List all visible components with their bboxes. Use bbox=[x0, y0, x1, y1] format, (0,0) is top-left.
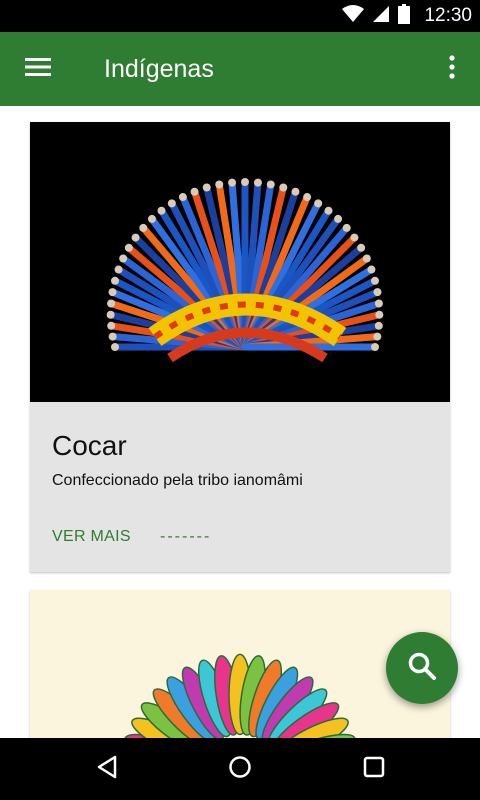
feather-tip bbox=[190, 187, 199, 196]
cell-signal-icon bbox=[372, 5, 390, 27]
card-title: Cocar bbox=[52, 430, 127, 461]
feather-tip bbox=[371, 343, 379, 351]
overflow-menu-button[interactable] bbox=[444, 53, 460, 85]
secondary-action-button[interactable]: ------- bbox=[160, 528, 211, 546]
system-nav-bar bbox=[0, 738, 480, 800]
recents-icon bbox=[363, 756, 385, 782]
feather-tip bbox=[374, 321, 383, 330]
feather-tip bbox=[314, 199, 323, 208]
back-button[interactable] bbox=[90, 752, 124, 786]
feather-tip bbox=[266, 180, 275, 189]
card-subtitle: Confeccionado pela tribo ianomâmi bbox=[52, 472, 303, 489]
feather-tip bbox=[373, 332, 382, 341]
feather-tip bbox=[279, 183, 288, 192]
feather-tip bbox=[114, 265, 123, 274]
status-bar: 12:30 bbox=[0, 0, 480, 32]
status-time: 12:30 bbox=[424, 5, 472, 26]
feather-tip bbox=[241, 178, 249, 186]
feather-tip bbox=[375, 310, 384, 319]
feather-tip bbox=[362, 254, 371, 263]
feather-tip bbox=[253, 178, 262, 187]
feather-tip bbox=[108, 332, 117, 341]
feather-tip bbox=[147, 214, 156, 223]
feather-tip bbox=[107, 321, 116, 330]
feather-tip bbox=[157, 206, 166, 215]
more-vert-icon bbox=[449, 55, 455, 83]
feather-tip bbox=[291, 187, 300, 196]
feather-tip bbox=[107, 299, 116, 308]
feather-tip bbox=[108, 288, 117, 297]
feather-tip bbox=[373, 288, 382, 297]
card-cocar[interactable]: Cocar Confeccionado pela tribo ianomâmi … bbox=[30, 122, 450, 572]
feather-tip bbox=[228, 178, 237, 187]
app-bar: Indígenas bbox=[0, 32, 480, 106]
see-more-button[interactable]: VER MAIS bbox=[52, 528, 131, 546]
feather-tip bbox=[350, 233, 359, 242]
menu-button[interactable] bbox=[22, 53, 54, 85]
card-image bbox=[30, 122, 450, 402]
feather-tip bbox=[111, 343, 119, 351]
feather-tip bbox=[374, 299, 383, 308]
feather-tip bbox=[334, 214, 343, 223]
feather-tip bbox=[167, 199, 176, 208]
feather-tip bbox=[106, 310, 115, 319]
feather-tip bbox=[357, 243, 366, 252]
feather-tip bbox=[215, 180, 224, 189]
feather-headdress-image bbox=[30, 122, 450, 402]
feather-tip bbox=[111, 276, 120, 285]
feather-tip bbox=[342, 223, 351, 232]
feather-tip bbox=[303, 193, 312, 202]
search-fab[interactable] bbox=[386, 632, 458, 704]
battery-icon bbox=[398, 4, 411, 28]
feather-tip bbox=[324, 206, 333, 215]
page-title: Indígenas bbox=[104, 55, 214, 83]
feather-tip bbox=[367, 265, 376, 274]
menu-icon bbox=[25, 57, 51, 81]
feather-tip bbox=[131, 233, 140, 242]
feather-tip bbox=[124, 243, 133, 252]
search-icon bbox=[407, 651, 437, 685]
status-icons: 12:30 bbox=[342, 0, 472, 32]
feather-tip bbox=[202, 183, 211, 192]
feather-tip bbox=[178, 193, 187, 202]
back-icon bbox=[96, 755, 118, 783]
feather-tip bbox=[139, 223, 148, 232]
feather-tip bbox=[370, 276, 379, 285]
wifi-icon bbox=[342, 5, 365, 27]
card-body: Cocar Confeccionado pela tribo ianomâmi … bbox=[30, 402, 450, 572]
home-icon bbox=[228, 755, 252, 783]
recents-button[interactable] bbox=[357, 752, 391, 786]
feather-tip bbox=[119, 254, 128, 263]
home-button[interactable] bbox=[223, 752, 257, 786]
